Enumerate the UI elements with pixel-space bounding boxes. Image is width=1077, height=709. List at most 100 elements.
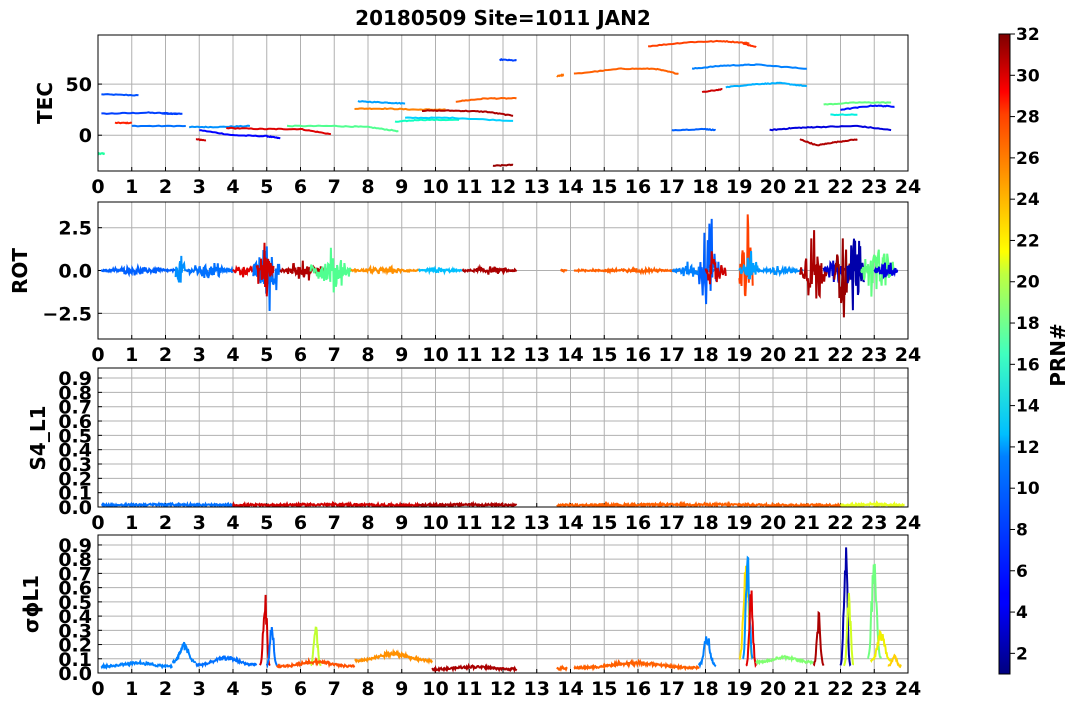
x-tick-label: 9 <box>395 512 408 534</box>
series-line-prn-11 <box>725 81 807 89</box>
series-line-prn-9 <box>188 124 251 129</box>
x-tick-label: 13 <box>524 344 550 366</box>
x-tick-label: 23 <box>861 512 887 534</box>
series-burst-prn-6 <box>100 263 177 278</box>
x-tick-label: 24 <box>895 176 921 198</box>
x-tick-label: 11 <box>456 678 482 700</box>
x-tick-label: 19 <box>726 678 752 700</box>
colorbar-label: PRN# <box>1046 323 1070 387</box>
x-tick-label: 15 <box>591 512 617 534</box>
figure: 20180509 Site=1011 JAN2 0 1 2 3 4 5 6 7 8 9 10 11 12… <box>8 6 1070 700</box>
x-tick-label: 11 <box>456 512 482 534</box>
colorbar-tick-label: 28 <box>1016 108 1040 128</box>
colorbar-tick-label: 30 <box>1016 66 1040 86</box>
colorbar-tick-label: 22 <box>1016 231 1040 251</box>
x-tick-label: 0 <box>91 512 104 534</box>
x-tick-label: 8 <box>361 176 374 198</box>
series-burst-prn-8 <box>185 262 234 279</box>
colorbar-tick-label: 4 <box>1016 603 1028 623</box>
x-tick-label: 6 <box>294 176 307 198</box>
x-tick-label: 8 <box>361 344 374 366</box>
y-tick-label: 50 <box>66 74 92 96</box>
x-tick-label: 6 <box>294 678 307 700</box>
x-tick-label: 23 <box>861 344 887 366</box>
series-burst-prn-9 <box>100 658 173 670</box>
series-line-prn-6 <box>101 93 139 97</box>
panel-4: 0 1 2 3 4 5 6 7 8 9 10 11 12 13 14 15 16 17 18 19 20 21 22 23 24… <box>19 534 921 700</box>
x-tick-label: 4 <box>226 512 239 534</box>
colorbar-tick-label: 24 <box>1016 190 1040 210</box>
x-tick-label: 9 <box>395 678 408 700</box>
x-tick-label: 24 <box>895 512 921 534</box>
series-burst-prn-29 <box>255 242 275 297</box>
x-tick-label: 22 <box>827 678 853 700</box>
series-burst-prn-26 <box>573 658 700 672</box>
x-tick-label: 17 <box>659 344 685 366</box>
series-line-prn-29 <box>114 121 132 125</box>
series-line-prn-26 <box>455 96 517 103</box>
x-tick-label: 8 <box>361 678 374 700</box>
series-burst-prn-29 <box>232 264 254 278</box>
y-tick-label: 0.9 <box>58 535 92 557</box>
x-tick-label: 10 <box>422 678 448 700</box>
x-tick-label: 23 <box>861 678 887 700</box>
colorbar-tick-label: 10 <box>1016 479 1040 499</box>
series-burst-prn-9 <box>174 255 187 283</box>
series-burst-prn-21 <box>840 499 905 507</box>
panel-3: 0 1 2 3 4 5 6 7 8 9 10 11 12 13 14 15 16 17 18 19 20 21 22 23 24… <box>26 367 921 534</box>
x-tick-label: 18 <box>692 678 718 700</box>
x-tick-label: 5 <box>260 176 273 198</box>
x-tick-label: 12 <box>490 512 516 534</box>
x-tick-label: 19 <box>726 176 752 198</box>
x-tick-label: 2 <box>159 176 172 198</box>
series-line-prn-31 <box>492 163 514 167</box>
x-tick-label: 20 <box>760 176 786 198</box>
x-tick-label: 13 <box>524 176 550 198</box>
x-tick-label: 14 <box>557 176 583 198</box>
series-burst-prn-25 <box>350 264 419 276</box>
series-burst-prn-26 <box>573 265 683 276</box>
x-tick-label: 1 <box>125 512 138 534</box>
x-tick-label: 15 <box>591 678 617 700</box>
colorbar: 2468101214161820222426283032 PRN# <box>998 25 1070 675</box>
series-burst-prn-9 <box>171 641 197 664</box>
x-tick-label: 21 <box>794 512 820 534</box>
x-tick-label: 20 <box>760 678 786 700</box>
series-burst-prn-25 <box>354 648 433 665</box>
x-tick-label: 9 <box>395 176 408 198</box>
colorbar-tick-label: 8 <box>1016 520 1028 540</box>
series-line-prn-10 <box>357 100 406 105</box>
colorbar-tick-label: 12 <box>1016 438 1040 458</box>
y-axis-label: ROT <box>8 248 32 294</box>
x-tick-label: 15 <box>591 176 617 198</box>
x-tick-label: 22 <box>827 512 853 534</box>
x-tick-label: 16 <box>625 512 651 534</box>
x-tick-label: 12 <box>490 678 516 700</box>
x-tick-label: 5 <box>260 512 273 534</box>
series-line-prn-8 <box>131 124 186 128</box>
series-group <box>100 214 899 318</box>
x-tick-label: 18 <box>692 344 718 366</box>
colorbar-tick-label: 18 <box>1016 314 1040 334</box>
series-burst-prn-9 <box>697 636 717 669</box>
x-tick-label: 3 <box>193 176 206 198</box>
series-line-prn-29 <box>226 126 332 136</box>
x-tick-label: 7 <box>328 678 341 700</box>
y-tick-label: 2.5 <box>58 218 92 240</box>
colorbar-ticks: 2468101214161820222426283032 <box>1010 25 1040 664</box>
series-line-prn-5 <box>840 104 895 111</box>
x-tick-label: 24 <box>895 678 921 700</box>
x-tick-label: 12 <box>490 344 516 366</box>
series-line-prn-26 <box>573 67 679 75</box>
x-tick-label: 20 <box>760 512 786 534</box>
x-tick-label: 0 <box>91 176 104 198</box>
series-burst-prn-27 <box>276 656 356 669</box>
series-line-prn-17 <box>823 101 892 106</box>
x-tick-label: 12 <box>490 176 516 198</box>
x-tick-label: 14 <box>557 512 583 534</box>
x-tick-label: 15 <box>591 344 617 366</box>
x-tick-label: 16 <box>625 344 651 366</box>
colorbar-tick-label: 14 <box>1016 397 1040 417</box>
series-burst-prn-18 <box>755 654 815 666</box>
chart-title: 20180509 Site=1011 JAN2 <box>355 6 651 30</box>
